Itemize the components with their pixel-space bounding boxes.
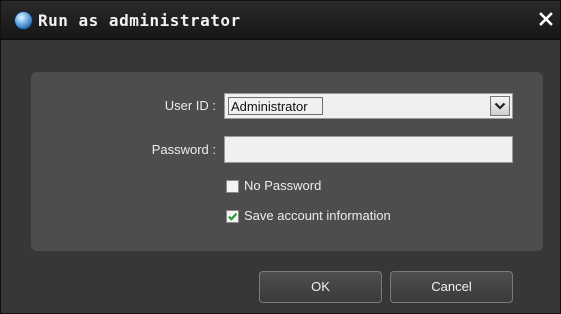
no-password-label[interactable]: No Password xyxy=(244,178,321,193)
cancel-button[interactable]: Cancel xyxy=(390,271,513,303)
save-account-checkbox[interactable] xyxy=(226,210,239,223)
run-as-admin-dialog: Run as administrator User ID : Administr… xyxy=(0,0,561,314)
app-globe-icon xyxy=(15,12,32,29)
close-icon[interactable] xyxy=(536,9,556,29)
password-field[interactable] xyxy=(224,136,513,163)
no-password-checkbox[interactable] xyxy=(226,180,239,193)
chevron-down-icon xyxy=(494,102,506,110)
dropdown-button[interactable] xyxy=(490,96,510,116)
title-bar[interactable]: Run as administrator xyxy=(1,1,560,40)
user-id-combobox[interactable]: Administrator xyxy=(224,93,513,119)
user-id-label: User ID : xyxy=(164,98,216,113)
dialog-title: Run as administrator xyxy=(38,11,241,30)
save-account-label[interactable]: Save account information xyxy=(244,208,391,223)
password-label: Password : xyxy=(151,142,216,157)
checkmark-icon xyxy=(228,212,238,221)
ok-button[interactable]: OK xyxy=(259,271,382,303)
user-id-value[interactable]: Administrator xyxy=(228,97,323,115)
